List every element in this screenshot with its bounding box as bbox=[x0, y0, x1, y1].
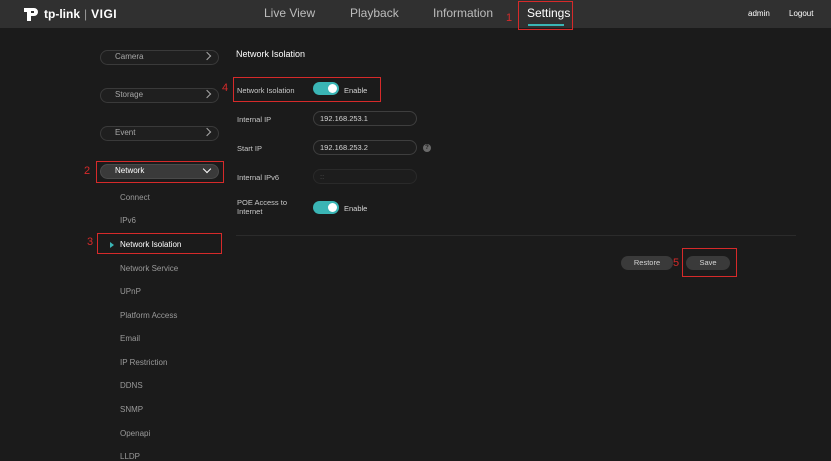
start-ip-input[interactable] bbox=[320, 142, 410, 153]
sidebar-item-ip-restriction[interactable]: IP Restriction bbox=[120, 358, 167, 367]
start-ip-label: Start IP bbox=[237, 144, 263, 153]
content-divider bbox=[236, 235, 796, 236]
sidebar-item-network-service[interactable]: Network Service bbox=[120, 264, 178, 273]
callout-number: 4 bbox=[222, 82, 229, 94]
logout-link[interactable]: Logout bbox=[789, 9, 813, 18]
nav-playback[interactable]: Playback bbox=[350, 6, 399, 20]
nav-information[interactable]: Information bbox=[433, 6, 493, 20]
poe-access-state: Enable bbox=[344, 204, 368, 213]
nav-live-view[interactable]: Live View bbox=[264, 6, 315, 20]
sidebar-item-email[interactable]: Email bbox=[120, 334, 140, 343]
sidebar-item-openapi[interactable]: Openapi bbox=[120, 429, 150, 438]
brand-separator: | bbox=[84, 7, 88, 21]
sidebar-group-label: Storage bbox=[115, 90, 144, 99]
help-icon[interactable]: ? bbox=[423, 144, 431, 152]
callout-number: 5 bbox=[673, 257, 680, 269]
sidebar-group-label: Event bbox=[115, 128, 136, 137]
top-header: tp-link | VIGI Live View Playback Inform… bbox=[0, 0, 831, 28]
poe-access-label: POE Access to Internet bbox=[237, 198, 288, 216]
internal-ipv6-label: Internal IPv6 bbox=[237, 173, 280, 182]
sidebar-group-label: Camera bbox=[115, 52, 144, 61]
restore-button[interactable]: Restore bbox=[621, 256, 673, 270]
callout-number: 2 bbox=[84, 165, 91, 177]
callout-box-network-isolation bbox=[97, 233, 222, 254]
poe-access-toggle[interactable] bbox=[313, 201, 339, 214]
internal-ipv6-input bbox=[320, 171, 410, 182]
product-name: VIGI bbox=[91, 7, 118, 21]
start-ip-field[interactable] bbox=[313, 140, 417, 155]
sidebar-item-lldp[interactable]: LLDP bbox=[120, 452, 140, 461]
sidebar-item-connect[interactable]: Connect bbox=[120, 193, 150, 202]
sidebar-item-upnp[interactable]: UPnP bbox=[120, 287, 141, 296]
brand-logo[interactable]: tp-link | VIGI bbox=[22, 4, 117, 24]
page-title: Network Isolation bbox=[236, 49, 306, 59]
chevron-right-icon bbox=[202, 127, 212, 137]
brand-name: tp-link bbox=[44, 7, 80, 21]
sidebar-item-snmp[interactable]: SNMP bbox=[120, 405, 143, 414]
callout-box-settings bbox=[518, 1, 573, 30]
internal-ipv6-field bbox=[313, 169, 417, 184]
sidebar-group-storage[interactable]: Storage bbox=[100, 88, 219, 103]
chevron-right-icon bbox=[202, 51, 212, 61]
internal-ip-input[interactable] bbox=[320, 113, 410, 124]
sidebar-item-ipv6[interactable]: IPv6 bbox=[120, 216, 136, 225]
internal-ip-label: Internal IP bbox=[237, 115, 272, 124]
toggle-knob bbox=[328, 203, 337, 212]
callout-box-isolation-toggle bbox=[233, 77, 381, 102]
sidebar-item-ddns[interactable]: DDNS bbox=[120, 381, 143, 390]
callout-box-save bbox=[682, 248, 737, 277]
callout-number: 1 bbox=[506, 12, 513, 24]
chevron-right-icon bbox=[202, 89, 212, 99]
tp-link-logo-icon bbox=[24, 8, 38, 21]
sidebar-group-event[interactable]: Event bbox=[100, 126, 219, 141]
sidebar-item-platform-access[interactable]: Platform Access bbox=[120, 311, 177, 320]
sidebar-group-camera[interactable]: Camera bbox=[100, 50, 219, 65]
user-name[interactable]: admin bbox=[748, 9, 770, 18]
callout-number: 3 bbox=[87, 236, 94, 248]
callout-box-network bbox=[96, 161, 224, 183]
internal-ip-field[interactable] bbox=[313, 111, 417, 126]
